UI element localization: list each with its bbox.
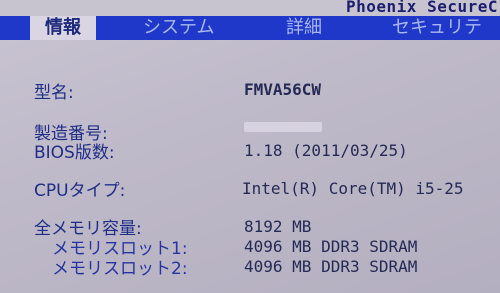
bios-version-label: BIOS版数:	[34, 143, 115, 163]
bios-vendor-title: Phoenix SecureC	[346, 0, 498, 16]
tab-bar: 情報 システム 詳細 セキュリテ	[0, 16, 500, 40]
tab-detail[interactable]: 詳細	[286, 16, 322, 40]
memory-slot2-label: メモリスロット2:	[52, 259, 188, 279]
memory-slot2-value: 4096 MB DDR3 SDRAM	[244, 257, 418, 276]
total-memory-value: 8192 MB	[244, 217, 312, 236]
cpu-type-label: CPUタイプ:	[34, 181, 126, 201]
tab-system[interactable]: システム	[143, 16, 214, 40]
bios-version-value: 1.18 (2011/03/25)	[244, 141, 408, 160]
tab-security[interactable]: セキュリテ	[392, 16, 482, 40]
bios-title-bar: Phoenix SecureC	[0, 0, 500, 16]
cpu-type-value: Intel(R) Core(TM) i5-25	[242, 179, 464, 198]
model-label: 型名:	[34, 83, 74, 103]
memory-slot1-value: 4096 MB DDR3 SDRAM	[244, 237, 418, 256]
serial-value-redacted	[244, 122, 322, 132]
tab-info[interactable]: 情報	[30, 16, 96, 40]
model-value: FMVA56CW	[244, 80, 322, 99]
